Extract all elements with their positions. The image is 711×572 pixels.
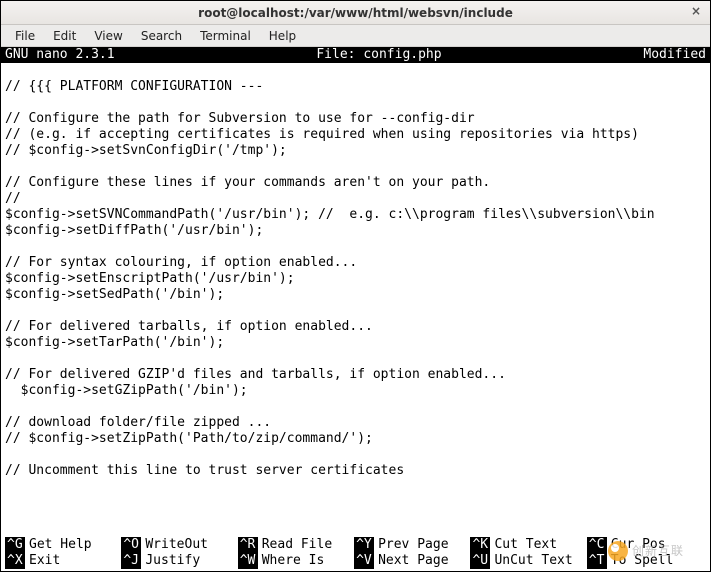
- shortcut-prev-page[interactable]: ^YPrev Page: [354, 537, 470, 553]
- shortcut-label: Cur Pos: [611, 537, 666, 553]
- menu-search[interactable]: Search: [133, 27, 190, 45]
- menu-help[interactable]: Help: [261, 27, 304, 45]
- shortcut-where-is[interactable]: ^WWhere Is: [238, 553, 354, 569]
- key-label: ^U: [470, 553, 490, 569]
- menubar: File Edit View Search Terminal Help: [1, 25, 710, 47]
- shortcut-cut-text[interactable]: ^KCut Text: [470, 537, 586, 553]
- shortcut-read-file[interactable]: ^RRead File: [238, 537, 354, 553]
- shortcut-label: WriteOut: [145, 537, 208, 553]
- shortcut-label: Next Page: [378, 553, 448, 569]
- key-label: ^V: [354, 553, 374, 569]
- editor-content[interactable]: // {{{ PLATFORM CONFIGURATION --- // Con…: [1, 63, 710, 539]
- nano-status: Modified: [603, 47, 706, 63]
- shortcut-uncut-text[interactable]: ^UUnCut Text: [470, 553, 586, 569]
- menu-file[interactable]: File: [7, 27, 43, 45]
- key-label: ^X: [5, 553, 25, 569]
- key-label: ^G: [5, 537, 25, 553]
- shortcut-label: To Spell: [611, 553, 674, 569]
- nano-version: GNU nano 2.3.1: [5, 47, 155, 63]
- key-label: ^T: [587, 553, 607, 569]
- shortcut-label: Prev Page: [378, 537, 448, 553]
- shortcut-cur-pos[interactable]: ^CCur Pos: [587, 537, 703, 553]
- shortcut-label: Exit: [29, 553, 60, 569]
- shortcut-next-page[interactable]: ^VNext Page: [354, 553, 470, 569]
- close-icon[interactable]: ×: [688, 4, 704, 20]
- shortcut-label: UnCut Text: [494, 553, 572, 569]
- shortcut-label: Get Help: [29, 537, 92, 553]
- shortcut-writeout[interactable]: ^OWriteOut: [121, 537, 237, 553]
- key-label: ^J: [121, 553, 141, 569]
- key-label: ^Y: [354, 537, 374, 553]
- nano-shortcuts: ^GGet Help ^OWriteOut ^RRead File ^YPrev…: [1, 537, 710, 571]
- shortcut-label: Cut Text: [494, 537, 557, 553]
- shortcut-get-help[interactable]: ^GGet Help: [5, 537, 121, 553]
- window-titlebar: root@localhost:/var/www/html/websvn/incl…: [1, 1, 710, 25]
- shortcut-exit[interactable]: ^XExit: [5, 553, 121, 569]
- shortcut-label: Where Is: [262, 553, 325, 569]
- key-label: ^K: [470, 537, 490, 553]
- nano-header: GNU nano 2.3.1 File: config.php Modified: [1, 47, 710, 63]
- key-label: ^C: [587, 537, 607, 553]
- menu-view[interactable]: View: [86, 27, 130, 45]
- shortcut-justify[interactable]: ^JJustify: [121, 553, 237, 569]
- shortcut-label: Justify: [145, 553, 200, 569]
- menu-terminal[interactable]: Terminal: [192, 27, 259, 45]
- key-label: ^O: [121, 537, 141, 553]
- key-label: ^W: [238, 553, 258, 569]
- nano-file-label: File: config.php: [155, 47, 604, 63]
- key-label: ^R: [238, 537, 258, 553]
- window-title: root@localhost:/var/www/html/websvn/incl…: [198, 6, 513, 20]
- menu-edit[interactable]: Edit: [45, 27, 84, 45]
- shortcut-label: Read File: [262, 537, 332, 553]
- terminal-area[interactable]: GNU nano 2.3.1 File: config.php Modified…: [1, 47, 710, 571]
- shortcut-to-spell[interactable]: ^TTo Spell: [587, 553, 703, 569]
